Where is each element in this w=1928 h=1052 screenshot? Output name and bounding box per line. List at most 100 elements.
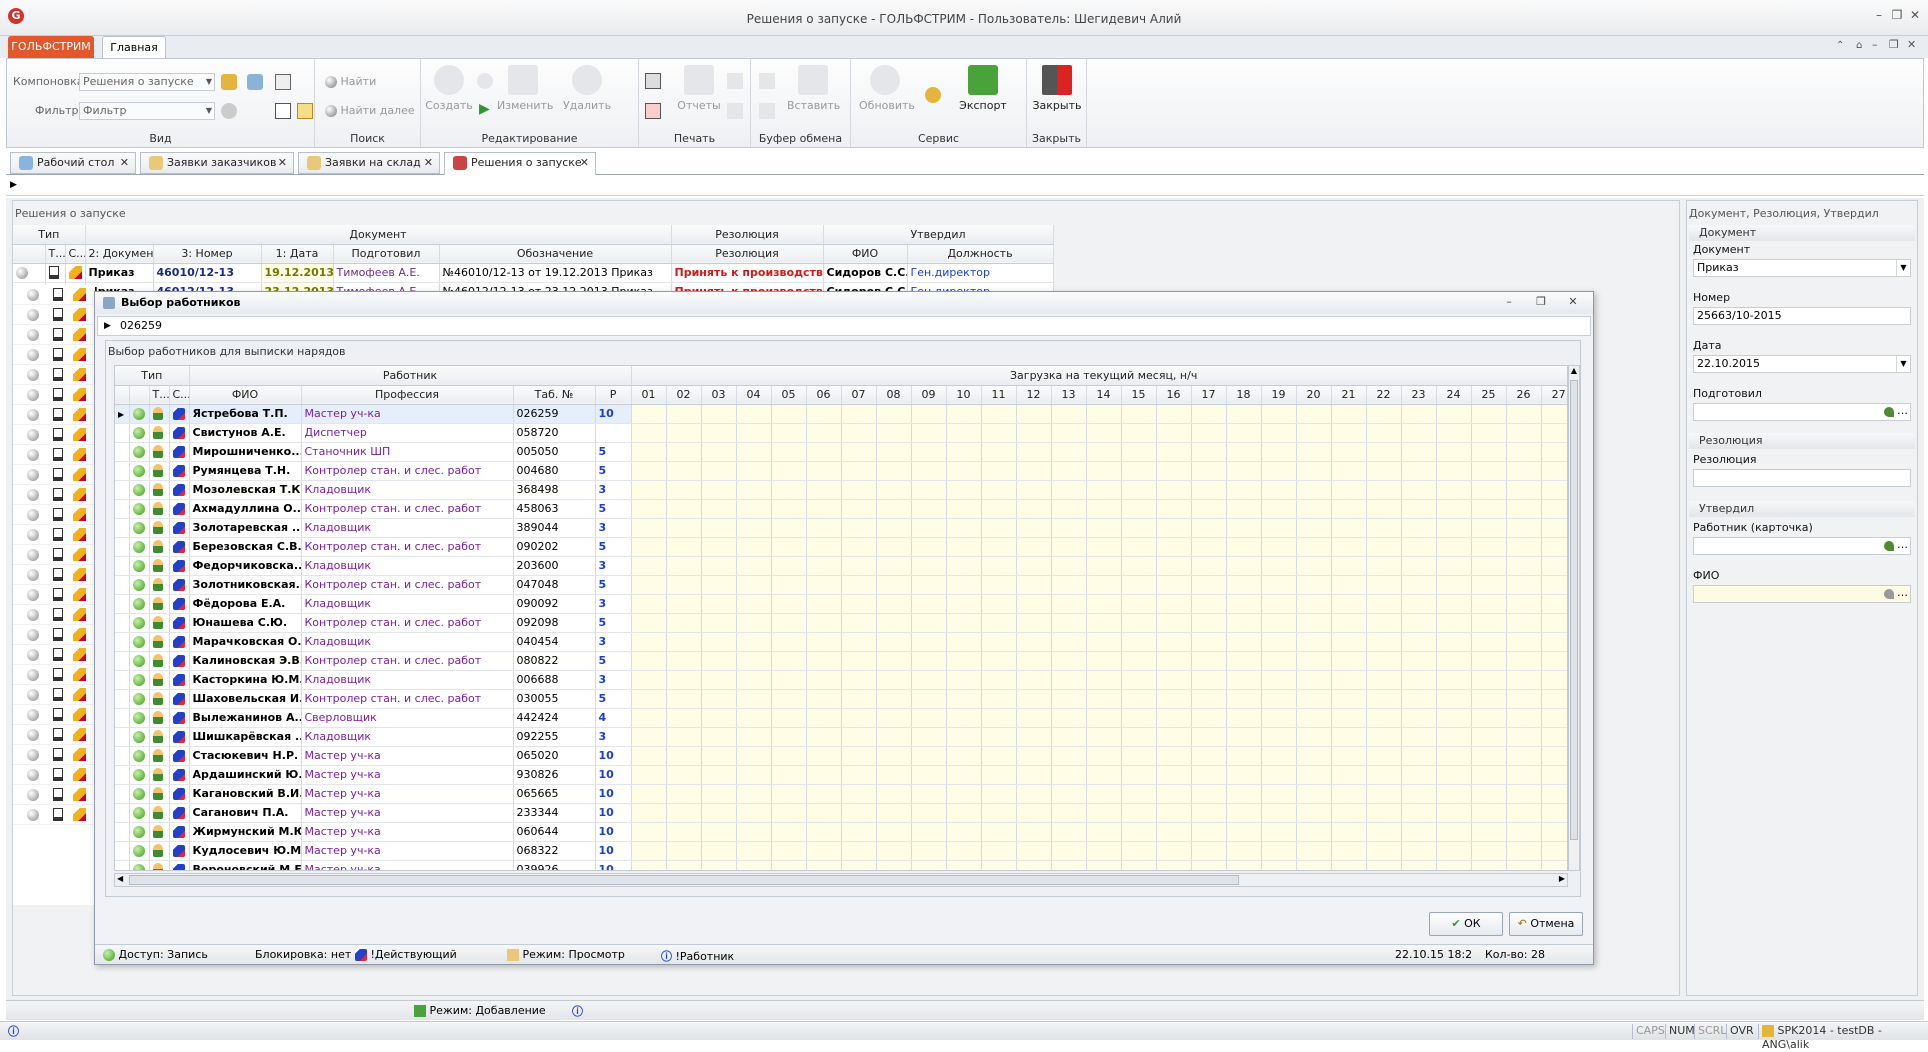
tab-customer-orders[interactable]: Заявки заказчиков ✕: [140, 152, 294, 174]
cell-day-load[interactable]: [1086, 746, 1122, 766]
cell-day-load[interactable]: [701, 518, 737, 538]
cell-day-load[interactable]: [1016, 404, 1052, 424]
cell-day-load[interactable]: [1506, 556, 1542, 576]
col-day[interactable]: 27: [1541, 385, 1567, 405]
print-cancel-icon[interactable]: [645, 103, 661, 119]
cell-day-load[interactable]: [631, 480, 667, 500]
cell-day-load[interactable]: [1016, 765, 1052, 785]
cell-day-load[interactable]: [1191, 860, 1227, 870]
cell-day-load[interactable]: [1366, 803, 1402, 823]
cell-day-load[interactable]: [666, 404, 702, 424]
cell-day-load[interactable]: [1366, 765, 1402, 785]
cell-day-load[interactable]: [771, 765, 807, 785]
cell-day-load[interactable]: [1086, 708, 1122, 728]
table-row[interactable]: Березовская С.В. Контролер стан. и слес. …: [115, 537, 1567, 557]
cell-day-load[interactable]: [876, 689, 912, 709]
cell-day-load[interactable]: [1226, 404, 1262, 424]
cell-day-load[interactable]: [1016, 461, 1052, 481]
home-icon[interactable]: ⌂: [1856, 40, 1862, 51]
col-day[interactable]: 15: [1121, 385, 1157, 405]
table-row[interactable]: Касторкина Ю.М. Кладовщик 006688 3: [115, 670, 1567, 690]
cell-day-load[interactable]: [701, 556, 737, 576]
main-grid-row-icons[interactable]: [13, 605, 95, 625]
cell-day-load[interactable]: [631, 822, 667, 842]
cell-day-load[interactable]: [1401, 442, 1437, 462]
play-icon[interactable]: ▶: [479, 101, 490, 117]
cell-day-load[interactable]: [701, 746, 737, 766]
cell-day-load[interactable]: [666, 689, 702, 709]
cell-day-load[interactable]: [666, 765, 702, 785]
cell-day-load[interactable]: [631, 746, 667, 766]
cell-day-load[interactable]: [806, 841, 842, 861]
cell-day-load[interactable]: [1086, 594, 1122, 614]
cell-day-load[interactable]: [1436, 537, 1472, 557]
cell-day-load[interactable]: [771, 689, 807, 709]
cell-day-load[interactable]: [1051, 727, 1087, 747]
cell-day-load[interactable]: [1191, 689, 1227, 709]
cell-day-load[interactable]: [1121, 480, 1157, 500]
cell-day-load[interactable]: [1471, 651, 1507, 671]
cell-day-load[interactable]: [841, 518, 877, 538]
cell-day-load[interactable]: [911, 822, 947, 842]
cell-day-load[interactable]: [806, 442, 842, 462]
cell-day-load[interactable]: [736, 613, 772, 633]
cell-day-load[interactable]: [1121, 670, 1157, 690]
cell-day-load[interactable]: [841, 727, 877, 747]
cell-day-load[interactable]: [1121, 537, 1157, 557]
cell-day-load[interactable]: [1366, 727, 1402, 747]
cell-day-load[interactable]: [666, 841, 702, 861]
cell-day-load[interactable]: [1086, 860, 1122, 870]
table-row[interactable]: Кагановский В.И. Мастер уч-ка 065665 10: [115, 784, 1567, 804]
main-grid-row-icons[interactable]: [13, 465, 95, 485]
cell-day-load[interactable]: [1296, 480, 1332, 500]
cell-day-load[interactable]: [1156, 803, 1192, 823]
cell-day-load[interactable]: [1366, 461, 1402, 481]
cell-day-load[interactable]: [1226, 442, 1262, 462]
cell-day-load[interactable]: [1051, 689, 1087, 709]
cell-day-load[interactable]: [876, 784, 912, 804]
cell-day-load[interactable]: [1506, 803, 1542, 823]
cell-day-load[interactable]: [806, 689, 842, 709]
cell-day-load[interactable]: [1541, 651, 1567, 671]
cell-day-load[interactable]: [666, 803, 702, 823]
cell-day-load[interactable]: [771, 518, 807, 538]
cell-day-load[interactable]: [841, 822, 877, 842]
cell-day-load[interactable]: [1191, 499, 1227, 519]
cell-day-load[interactable]: [631, 841, 667, 861]
cell-day-load[interactable]: [1051, 518, 1087, 538]
cell-day-load[interactable]: [1051, 670, 1087, 690]
cell-day-load[interactable]: [1366, 613, 1402, 633]
cell-day-load[interactable]: [1016, 860, 1052, 870]
cell-day-load[interactable]: [1156, 689, 1192, 709]
cell-day-load[interactable]: [1016, 480, 1052, 500]
cell-day-load[interactable]: [1366, 632, 1402, 652]
ribbon-collapse-icon[interactable]: ⌃: [1836, 40, 1844, 51]
cell-day-load[interactable]: [876, 765, 912, 785]
cell-day-load[interactable]: [876, 556, 912, 576]
cell-day-load[interactable]: [1541, 594, 1567, 614]
cell-day-load[interactable]: [876, 518, 912, 538]
cell-day-load[interactable]: [946, 556, 982, 576]
cell-day-load[interactable]: [1191, 670, 1227, 690]
cell-day-load[interactable]: [771, 651, 807, 671]
minimize-icon[interactable]: –: [1870, 8, 1888, 24]
cell-day-load[interactable]: [1296, 442, 1332, 462]
cell-day-load[interactable]: [876, 613, 912, 633]
cell-day-load[interactable]: [771, 632, 807, 652]
cell-day-load[interactable]: [1331, 765, 1367, 785]
cell-day-load[interactable]: [911, 499, 947, 519]
cell-day-load[interactable]: [631, 727, 667, 747]
cell-day-load[interactable]: [1436, 480, 1472, 500]
cell-day-load[interactable]: [1436, 822, 1472, 842]
cell-day-load[interactable]: [841, 499, 877, 519]
cell-day-load[interactable]: [1261, 727, 1297, 747]
cell-day-load[interactable]: [1506, 708, 1542, 728]
cell-day-load[interactable]: [946, 423, 982, 443]
cell-day-load[interactable]: [1156, 651, 1192, 671]
cell-day-load[interactable]: [736, 423, 772, 443]
tab-launch-decisions[interactable]: Решения о запуске ✕: [444, 152, 596, 175]
cell-day-load[interactable]: [946, 461, 982, 481]
col-day[interactable]: 22: [1366, 385, 1402, 405]
col-day[interactable]: 18: [1226, 385, 1262, 405]
cell-day-load[interactable]: [1191, 784, 1227, 804]
